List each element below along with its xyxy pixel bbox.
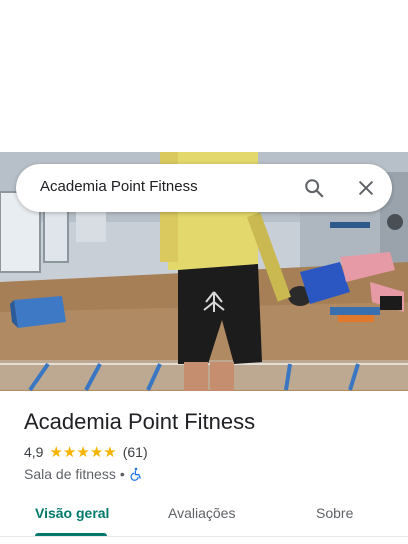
search-icon bbox=[305, 179, 324, 198]
star-icon: ★ bbox=[89, 443, 104, 461]
separator: • bbox=[119, 466, 125, 482]
star-icon: ★ bbox=[76, 443, 90, 461]
star-rating: ★ ★ ★ ★ ★ bbox=[49, 445, 116, 460]
wheelchair-icon bbox=[129, 467, 143, 481]
star-icon: ★ bbox=[49, 443, 63, 461]
close-button[interactable] bbox=[352, 174, 380, 202]
rating-value: 4,9 bbox=[24, 444, 44, 460]
search-button[interactable] bbox=[300, 174, 328, 202]
tab-reviews[interactable]: Avaliações bbox=[168, 505, 235, 521]
star-icon: ★ bbox=[62, 443, 77, 461]
tab-about[interactable]: Sobre bbox=[316, 505, 353, 521]
tab-bar: Visão geral Avaliações Sobre bbox=[0, 493, 408, 537]
place-category: Sala de fitness bbox=[24, 466, 116, 482]
search-input[interactable]: Academia Point Fitness bbox=[40, 178, 198, 195]
search-bar[interactable]: Academia Point Fitness bbox=[16, 164, 392, 212]
close-icon bbox=[359, 181, 373, 195]
review-count[interactable]: (61) bbox=[123, 444, 148, 460]
tabs-divider bbox=[0, 536, 408, 537]
place-sheet: Academia Point Fitness Academia Point Fi… bbox=[0, 0, 408, 544]
rating-row[interactable]: 4,9 ★ ★ ★ ★ ★ (61) bbox=[24, 443, 148, 461]
tab-overview[interactable]: Visão geral bbox=[35, 505, 109, 521]
category-row: Sala de fitness • bbox=[24, 465, 143, 483]
star-icon: ★ bbox=[103, 443, 117, 461]
place-title: Academia Point Fitness bbox=[24, 409, 256, 434]
